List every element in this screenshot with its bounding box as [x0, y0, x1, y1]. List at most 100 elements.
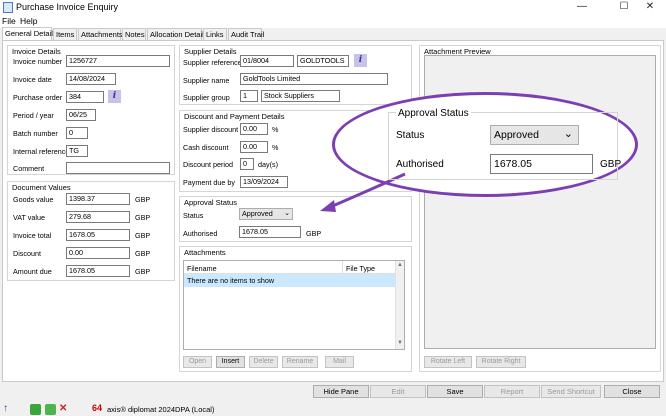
app-icon [3, 2, 13, 13]
insert-attachment-button[interactable]: Insert [216, 356, 245, 368]
scroll-down-icon[interactable]: ▼ [397, 340, 403, 346]
edit-button[interactable]: Edit [370, 385, 426, 398]
vat-value-currency: GBP [135, 213, 151, 222]
goods-value-label: Goods value [13, 195, 54, 204]
purchase-order-info-icon[interactable]: i [108, 90, 121, 103]
document-values-title: Document Values [11, 183, 72, 192]
vat-value-field[interactable]: 279.68 [66, 211, 130, 223]
approval-status-dropdown[interactable]: Approved ⌄ [239, 208, 293, 220]
supplier-discount-percent: % [272, 125, 279, 134]
status-bar: ↑ ✕ 64 axis® diplomat 2024 DPA (Local) [0, 401, 666, 416]
supplier-reference-label: Supplier reference [183, 58, 242, 67]
approval-status-value: Approved [242, 209, 273, 218]
rotate-right-button[interactable]: Rotate Right [476, 356, 526, 368]
callout-title: Approval Status [396, 108, 471, 119]
menu-bar: File Help [0, 15, 666, 28]
discount-period-unit: day(s) [258, 160, 278, 169]
tab-general-details[interactable]: General Details [2, 27, 57, 41]
period-year-field[interactable]: 06/25 [66, 109, 96, 121]
invoice-total-label: Invoice total [13, 231, 52, 240]
purchase-order-field[interactable]: 384 [66, 91, 104, 103]
period-year-label: Period / year [13, 111, 54, 120]
supplier-reference-field[interactable]: 01/8004 [240, 55, 294, 67]
window-title: Purchase Invoice Enquiry [16, 2, 119, 12]
amount-due-currency: GBP [135, 267, 151, 276]
supplier-discount-field[interactable]: 0.00 [240, 123, 268, 135]
up-arrow-icon[interactable]: ↑ [3, 403, 8, 414]
product-name: axis® diplomat 2024 [107, 405, 176, 414]
supplier-name-field[interactable]: GoldTools Limited [240, 73, 388, 85]
cash-discount-percent: % [272, 143, 279, 152]
database-name: DPA (Local) [175, 405, 215, 414]
discount-period-label: Discount period [183, 160, 233, 169]
save-button[interactable]: Save [427, 385, 483, 398]
rotate-left-button[interactable]: Rotate Left [424, 356, 472, 368]
comment-field[interactable] [66, 162, 170, 174]
invoice-total-field[interactable]: 1678.05 [66, 229, 130, 241]
callout-authorised-field[interactable]: 1678.05 [490, 154, 593, 174]
supplier-group-name-field[interactable]: Stock Suppliers [261, 90, 340, 102]
authorised-currency: GBP [306, 229, 322, 238]
menu-help[interactable]: Help [20, 16, 37, 26]
discount-period-field[interactable]: 0 [240, 158, 254, 170]
goods-value-currency: GBP [135, 195, 151, 204]
close-button[interactable]: Close [604, 385, 660, 398]
title-bar: Purchase Invoice Enquiry — ☐ ✕ [0, 0, 666, 15]
invoice-details-title: Invoice Details [11, 47, 62, 56]
supplier-group-label: Supplier group [183, 93, 230, 102]
mail-attachment-button[interactable]: Mail [325, 356, 354, 368]
batch-number-field[interactable]: 0 [66, 127, 88, 139]
chevron-down-icon: ⌄ [563, 128, 573, 140]
invoice-date-field[interactable]: 14/08/2024 [66, 73, 116, 85]
authorised-label: Authorised [183, 229, 218, 238]
payment-due-label: Payment due by [183, 178, 235, 187]
rename-attachment-button[interactable]: Rename [282, 356, 318, 368]
batch-number-label: Batch number [13, 129, 58, 138]
cash-discount-label: Cash discount [183, 143, 229, 152]
authorised-field[interactable]: 1678.05 [239, 226, 301, 238]
invoice-number-field[interactable]: 1256727 [66, 55, 170, 67]
attachments-scrollbar[interactable]: ▲ ▼ [395, 261, 404, 349]
chevron-down-icon: ⌄ [284, 210, 290, 217]
purchase-order-label: Purchase order [13, 93, 63, 102]
invoice-number-label: Invoice number [13, 57, 63, 66]
cash-discount-field[interactable]: 0.00 [240, 141, 268, 153]
callout-status-label: Status [396, 130, 425, 141]
goods-value-field[interactable]: 1398.37 [66, 193, 130, 205]
attachments-list[interactable]: Filename File Type There are no items to… [183, 260, 405, 350]
vat-value-label: VAT value [13, 213, 45, 222]
cancel-icon[interactable]: ✕ [59, 403, 67, 414]
internal-reference-field[interactable]: TG [66, 145, 88, 157]
discount-label: Discount [13, 249, 41, 258]
approval-status-title: Approval Status [183, 198, 238, 207]
attachments-header: Filename File Type [184, 261, 395, 274]
supplier-discount-label: Supplier discount [183, 125, 239, 134]
discount-payment-title: Discount and Payment Details [183, 112, 286, 121]
close-window-button[interactable]: ✕ [634, 0, 666, 15]
supplier-info-icon[interactable]: i [354, 54, 367, 67]
hide-pane-button[interactable]: Hide Pane [313, 385, 369, 398]
amount-due-field[interactable]: 1678.05 [66, 265, 130, 277]
refresh-icon[interactable] [30, 404, 41, 415]
callout-status-dropdown[interactable]: Approved ⌄ [490, 125, 579, 145]
comment-label: Comment [13, 164, 45, 173]
refresh-all-icon[interactable] [45, 404, 56, 415]
supplier-group-code-field[interactable]: 1 [240, 90, 258, 102]
payment-due-field[interactable]: 13/09/2024 [240, 176, 288, 188]
scroll-up-icon[interactable]: ▲ [397, 262, 403, 268]
discount-field[interactable]: 0.00 [66, 247, 130, 259]
filetype-column-header[interactable]: File Type [346, 264, 375, 273]
column-divider [342, 261, 343, 274]
filename-column-header[interactable]: Filename [187, 264, 217, 273]
axis-logo-icon: 64 [92, 403, 103, 413]
report-button[interactable]: Report [484, 385, 540, 398]
internal-reference-label: Internal reference [13, 147, 70, 156]
supplier-code-field[interactable]: GOLDTOOLS [297, 55, 349, 67]
menu-file[interactable]: File [2, 16, 16, 26]
discount-currency: GBP [135, 249, 151, 258]
attachments-title: Attachments [183, 248, 227, 257]
minimize-button[interactable]: — [566, 0, 598, 15]
send-shortcut-button[interactable]: Send Shortcut [541, 385, 601, 398]
delete-attachment-button[interactable]: Delete [249, 356, 278, 368]
open-attachment-button[interactable]: Open [183, 356, 212, 368]
